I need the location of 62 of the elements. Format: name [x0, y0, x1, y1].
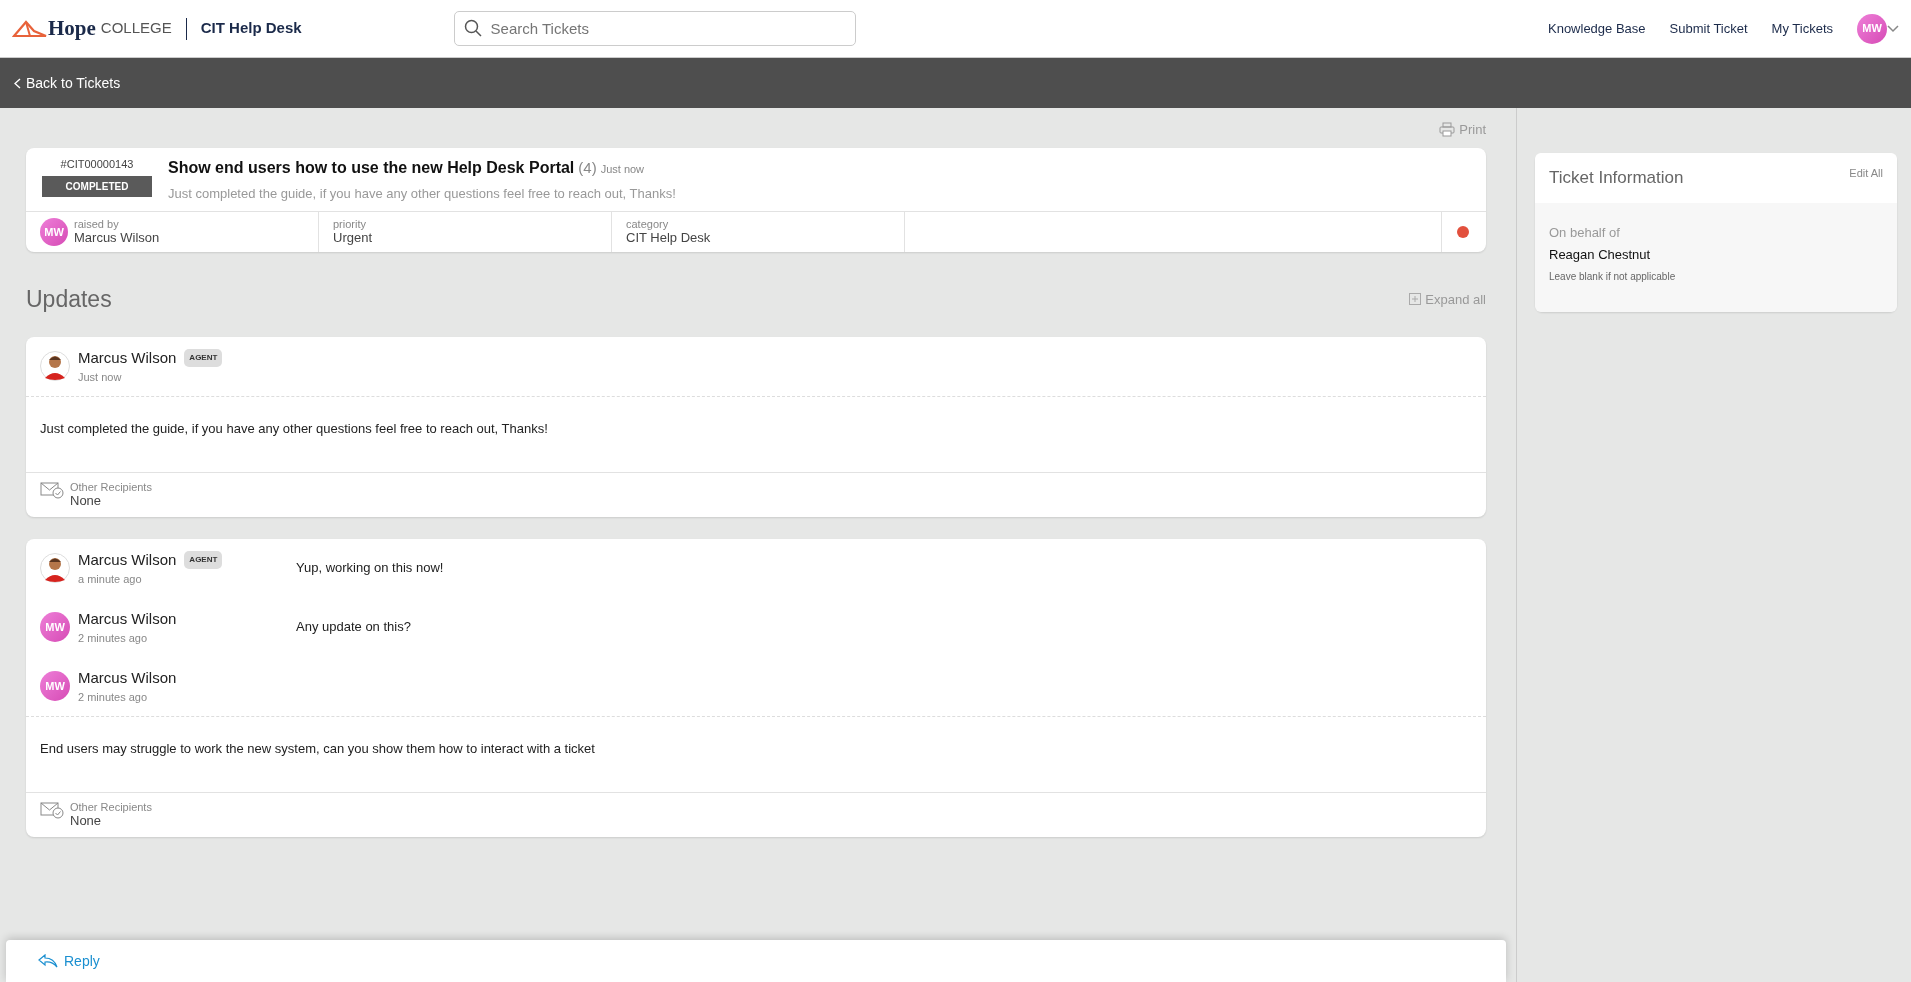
message-preview: Yup, working on this now!	[296, 559, 444, 578]
author-name: Marcus Wilson	[78, 608, 177, 629]
message-text: End users may struggle to work the new system, can you show them how to interact with a ticket	[40, 739, 596, 758]
recipients-label: Other Recipients	[70, 801, 152, 814]
edit-all-link[interactable]: Edit All	[1849, 165, 1883, 191]
message-preview: Any update on this?	[296, 618, 411, 637]
printer-icon	[1439, 122, 1456, 138]
person-avatar-icon	[40, 553, 70, 584]
nav-link[interactable]: My Tickets	[1771, 18, 1833, 39]
field-value: Urgent	[333, 230, 373, 246]
update-count: (4)	[578, 157, 597, 178]
recipients-value: None	[70, 493, 103, 509]
reply-button[interactable]: Reply	[38, 950, 100, 972]
field-label: raised by	[74, 218, 120, 231]
nav-link[interactable]: Knowledge Base	[1548, 18, 1646, 39]
update-time: Just now	[78, 370, 123, 385]
ticket-number: #CIT00000143	[60, 156, 134, 172]
author-name: Marcus Wilson	[78, 667, 177, 688]
field-value: CIT Help Desk	[626, 230, 711, 246]
nav-link[interactable]: Submit Ticket	[1669, 18, 1748, 39]
user-avatar: MW	[40, 218, 68, 246]
back-link[interactable]: Back to Tickets	[14, 72, 121, 94]
ticket-time: Just now	[600, 161, 645, 177]
search-field[interactable]: Search Tickets	[453, 11, 856, 46]
user-avatar[interactable]: MW	[1857, 13, 1887, 44]
ticket-title: Show end users how to use the new Help Desk Portal	[168, 157, 575, 178]
field-label: priority	[333, 218, 367, 231]
chevron-left-icon	[14, 77, 21, 89]
ticket-summary: Just completed the guide, if you have any other questions feel free to reach out, Thanks!	[168, 184, 676, 203]
section-heading: Updates	[26, 285, 112, 314]
status-dot-icon	[1456, 225, 1470, 239]
plus-box-icon	[1409, 293, 1422, 306]
logo-icon	[12, 18, 48, 39]
update-time: a minute ago	[78, 572, 143, 588]
expand-all-link[interactable]: Expand all	[1409, 289, 1486, 309]
field-value: Marcus Wilson	[74, 230, 160, 246]
message-text: Just completed the guide, if you have any other questions feel free to reach out, Thanks!	[40, 419, 549, 438]
role-badge: AGENT	[184, 348, 223, 367]
reply-arrow-icon	[38, 954, 58, 968]
recipients-value: None	[70, 813, 103, 829]
field-label: On behalf of	[1549, 223, 1621, 242]
envelope-check-icon	[40, 801, 64, 820]
field-label: category	[626, 218, 670, 231]
update-time: 2 minutes ago	[78, 631, 149, 647]
author-name: Marcus Wilson	[78, 549, 177, 570]
recipients-label: Other Recipients	[70, 481, 152, 494]
role-badge: AGENT	[184, 550, 223, 569]
author-name: Marcus Wilson	[78, 347, 177, 368]
user-avatar: MW	[40, 671, 70, 702]
chevron-down-icon[interactable]	[1887, 24, 1899, 33]
field-value: Reagan Chestnut	[1549, 246, 1652, 264]
user-avatar: MW	[40, 612, 70, 643]
update-time: 2 minutes ago	[78, 690, 149, 706]
person-avatar-icon	[40, 351, 70, 381]
app-title: CIT Help Desk	[200, 18, 302, 39]
envelope-check-icon	[40, 481, 64, 499]
brand-name: Hope	[48, 14, 96, 42]
status-badge: COMPLETED	[42, 176, 152, 197]
panel-title: Ticket Information	[1549, 167, 1684, 189]
brand-subtitle: COLLEGE	[100, 18, 172, 39]
print-link[interactable]: Print	[1439, 120, 1486, 140]
field-hint: Leave blank if not applicable	[1549, 269, 1677, 284]
